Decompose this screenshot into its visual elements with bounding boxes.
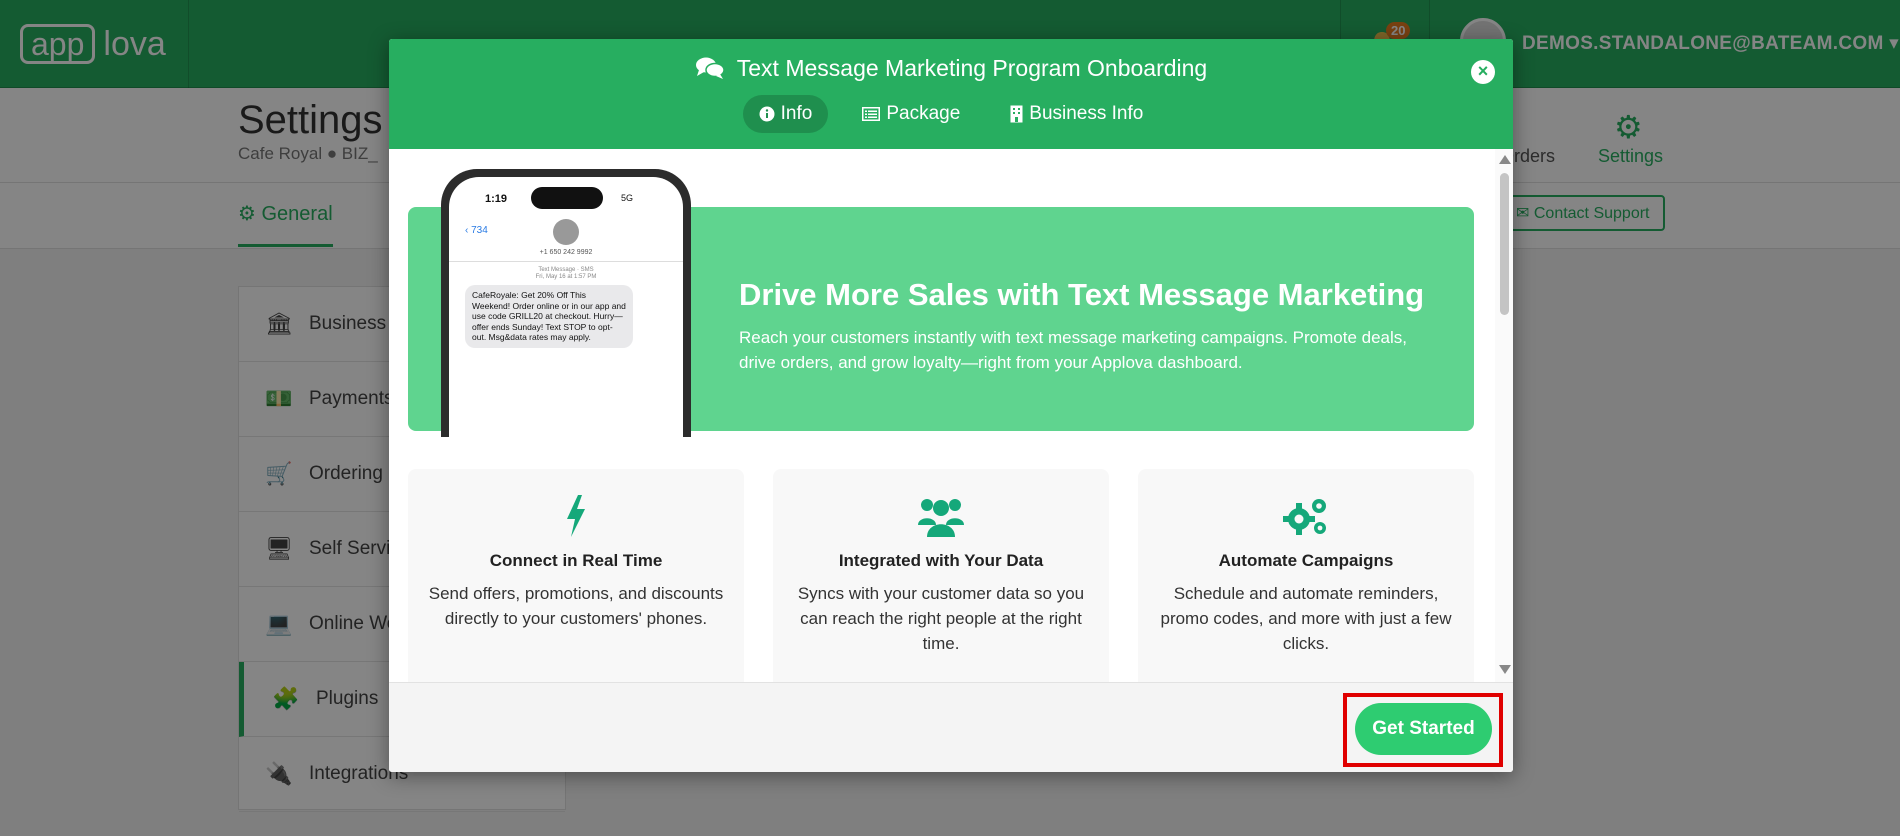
phone-divider xyxy=(449,261,683,262)
building-icon xyxy=(1010,105,1023,123)
chevron-left-icon: ‹ xyxy=(465,225,469,236)
hero-headline: Drive More Sales with Text Message Marke… xyxy=(739,277,1425,312)
list-icon xyxy=(862,107,881,121)
modal-footer: Get Started xyxy=(389,682,1513,772)
feature-description: Send offers, promotions, and discounts d… xyxy=(428,584,724,628)
feature-card-integrated-data: Integrated with Your Data Syncs with you… xyxy=(773,469,1109,682)
contact-avatar-icon xyxy=(553,219,579,245)
gears-icon xyxy=(1283,499,1326,535)
modal-title-text: Text Message Marketing Program Onboardin… xyxy=(736,55,1208,81)
bolt-icon xyxy=(567,495,585,537)
hero-subtext: Reach your customers instantly with text… xyxy=(739,328,1408,372)
phone-notch xyxy=(531,187,603,209)
sms-onboarding-modal: Text Message Marketing Program Onboardin… xyxy=(389,39,1513,772)
phone-meta: Text Message · SMS Fri, May 16 at 1:57 P… xyxy=(449,267,683,281)
phone-back-badge: ‹ 734 xyxy=(465,225,488,236)
modal-body[interactable]: Drive More Sales with Text Message Marke… xyxy=(389,149,1513,682)
scroll-up-arrow-icon[interactable] xyxy=(1499,155,1511,164)
phone-time: 1:19 xyxy=(485,193,508,205)
chat-icon xyxy=(695,57,725,79)
feature-card-real-time: Connect in Real Time Send offers, promot… xyxy=(408,469,744,682)
sms-message-bubble: CafeRoyale: Get 20% Off This Weekend! Or… xyxy=(465,285,633,348)
phone-number: +1 650 242 9992 xyxy=(539,249,593,256)
users-icon xyxy=(918,499,964,537)
feature-card-automate: Automate Campaigns Schedule and automate… xyxy=(1138,469,1474,682)
modal-header: Text Message Marketing Program Onboardin… xyxy=(389,39,1513,149)
phone-meta-line1: Text Message · SMS xyxy=(538,267,594,273)
tab-package[interactable]: Package xyxy=(846,95,976,133)
phone-meta-line2: Fri, May 16 at 1:57 PM xyxy=(535,274,597,280)
close-button[interactable]: × xyxy=(1471,60,1495,84)
feature-title: Automate Campaigns xyxy=(1218,551,1394,570)
tab-info-label: Info xyxy=(780,103,813,124)
feature-description: Schedule and automate reminders, promo c… xyxy=(1160,584,1452,653)
modal-tabs: Info Package Business Info xyxy=(389,95,1513,133)
modal-title: Text Message Marketing Program Onboardin… xyxy=(389,55,1513,82)
phone-back-count: 734 xyxy=(471,225,488,236)
tab-info[interactable]: Info xyxy=(742,95,829,133)
phone-mockup-image: 1:19 5G ‹ 734 +1 650 242 9992 Text Messa… xyxy=(441,169,691,437)
tab-package-label: Package xyxy=(886,103,961,124)
feature-title: Connect in Real Time xyxy=(489,551,663,570)
close-icon: × xyxy=(1477,61,1489,81)
modal-scrollbar[interactable] xyxy=(1495,149,1513,682)
get-started-button[interactable]: Get Started xyxy=(1355,703,1492,755)
tab-business-info-label: Business Info xyxy=(1029,103,1144,124)
feature-description: Syncs with your customer data so you can… xyxy=(797,584,1085,653)
scroll-down-arrow-icon[interactable] xyxy=(1499,665,1511,674)
tab-business-info[interactable]: Business Info xyxy=(994,95,1159,133)
info-icon xyxy=(759,106,775,122)
scrollbar-thumb[interactable] xyxy=(1500,173,1509,315)
feature-title: Integrated with Your Data xyxy=(838,551,1044,570)
phone-screen: 1:19 5G ‹ 734 +1 650 242 9992 Text Messa… xyxy=(449,177,683,437)
phone-status: 5G xyxy=(621,193,634,203)
